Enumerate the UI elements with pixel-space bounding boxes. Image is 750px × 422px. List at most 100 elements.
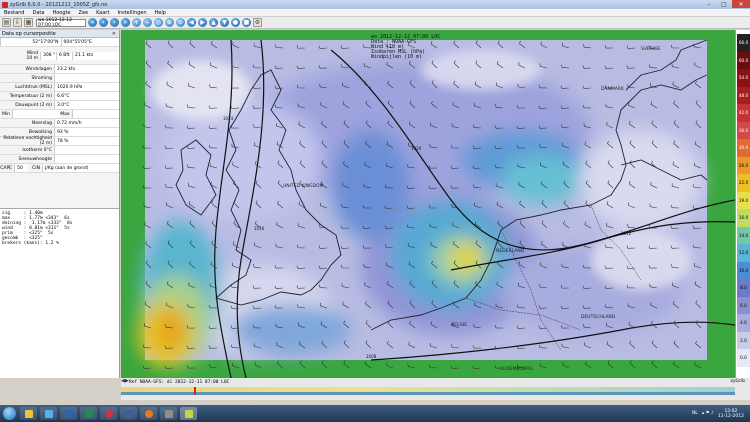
settings-icon[interactable]: ⚙ [253, 18, 262, 27]
wind-row: Wind 10 m 308 ° 6 Bft 21.1 kts [0, 47, 119, 65]
taskbar-app-zygrib[interactable] [180, 407, 197, 420]
last-step-icon[interactable]: » [121, 18, 130, 27]
row-label: Sneeuwhoogte [18, 156, 52, 162]
app-icon [2, 1, 8, 8]
row-label: Windvlagen [25, 66, 52, 72]
row-value [54, 155, 119, 163]
time-prev-icon[interactable]: ◀▶ [121, 378, 129, 384]
zoom-out-icon[interactable]: − [143, 18, 152, 27]
grid-icon[interactable]: ▦ [24, 18, 33, 27]
title-bar: zyGrib 6.0.0 - 20121211_1005Z_gfs.no – □… [0, 0, 750, 9]
row-value: 1020.9 hPa [54, 83, 119, 91]
zoom-all-icon[interactable]: ⊕ [165, 18, 174, 27]
scale-value: 4.0 [740, 320, 747, 325]
taskbar-app-nautical[interactable] [120, 407, 137, 420]
start-button[interactable] [3, 407, 16, 420]
panel-title: Data op cursorpositie [2, 30, 56, 37]
minimize-button[interactable]: – [702, 0, 716, 8]
prev-step-icon[interactable]: ‹ [99, 18, 108, 27]
map-canvas[interactable]: wo 2012-12-12 07:00 LOC Data : NOAA-GFS … [121, 30, 735, 378]
wind-bft-value: 6 Bft [56, 51, 72, 60]
menu-hoogte[interactable]: Hoogte [52, 10, 70, 16]
pan-left-icon[interactable]: ◀ [187, 18, 196, 27]
taskbar-app-tools[interactable] [160, 407, 177, 420]
language-indicator[interactable]: NL [692, 411, 698, 416]
pan-right-icon[interactable]: ▶ [198, 18, 207, 27]
row-value: 23.2 kts [54, 65, 119, 73]
menu-bar: Bestand Data Hoogte Zee Kaart Instelling… [0, 9, 750, 17]
scale-value: 2.0 [740, 337, 747, 343]
row-label: Temperatuur (2 m) [9, 93, 52, 99]
wind-speed-value: 21.1 kts [72, 51, 119, 60]
row-label: Neerslag [32, 120, 52, 126]
menu-kaart[interactable]: Kaart [96, 10, 109, 16]
scale-value: 30.0 [738, 145, 749, 150]
menu-zee[interactable]: Zee [79, 10, 89, 16]
country-label-lu: LUXEMBOURG [501, 366, 533, 372]
scale-value: 6.0 [740, 302, 747, 308]
isobar-label: 1008 [366, 354, 377, 359]
min-value [12, 110, 60, 118]
time-cursor[interactable] [194, 387, 196, 395]
scale-value: 14.0 [738, 232, 749, 238]
zoom-in-icon[interactable]: + [132, 18, 141, 27]
wind-label: Wind 10 m [26, 50, 38, 61]
scale-value: 10.0 [738, 267, 749, 273]
menu-data[interactable]: Data [32, 10, 44, 16]
cin-label: CIN [32, 165, 40, 171]
cursor-data-panel: Data op cursorpositie ✕ 52°17'00"N 004°5… [0, 30, 120, 378]
isobar-label: 1012 [621, 231, 632, 236]
map-header-line: Windpijlen (10 m) [371, 54, 422, 60]
forecast-date-select[interactable]: wo 2012-12-12 07:00 LOC [36, 18, 86, 28]
scale-value: 0.0 [740, 355, 747, 360]
panel-close-icon[interactable]: ✕ [112, 31, 116, 37]
weather-map[interactable]: wo 2012-12-12 07:00 LOC Data : NOAA-GFS … [121, 30, 735, 378]
isobar-label: 1024 [223, 116, 234, 121]
row-label: Luchtdruk (MSL) [15, 84, 52, 90]
menu-help[interactable]: Help [155, 10, 166, 16]
data-row: Neerslag 0.72 mm/h [0, 119, 119, 128]
data-row: Windvlagen 23.2 kts [0, 65, 119, 74]
scale-value: 19.0 [738, 197, 749, 203]
pan-up-icon[interactable]: ▲ [209, 18, 218, 27]
row-value: 6.6°C [54, 92, 119, 100]
zoom-fit-icon[interactable]: ⊙ [176, 18, 185, 27]
row-value [54, 74, 119, 82]
pan-down-icon[interactable]: ▼ [220, 18, 229, 27]
row-label: Stroming [31, 75, 52, 81]
window-title: zyGrib 6.0.0 - 20121211_1005Z_gfs.no [10, 1, 108, 8]
scale-value: 66.0 [738, 40, 749, 45]
cape-value: 50 [14, 164, 28, 172]
scale-value: 54.0 [738, 75, 749, 80]
download-icon[interactable]: ⇩ [13, 18, 22, 27]
wind-scale-legend: 66.0 60.0 54.0 48.0 42.0 36.0 30.0 26.0 22.0 19.0… [735, 30, 750, 378]
isobar-label: 1020 [411, 146, 422, 151]
taskbar-app-excel[interactable] [80, 407, 97, 420]
country-label-be: BELGIE [451, 322, 467, 328]
maximize-button[interactable]: □ [717, 0, 731, 8]
scale-value: 22.0 [738, 180, 749, 185]
scale-value: 26.0 [738, 162, 749, 168]
taskbar-app-word[interactable] [60, 407, 77, 420]
taskbar-app-browser[interactable] [100, 407, 117, 420]
clock[interactable]: 13:02 11-12-2012 [718, 409, 744, 419]
zoom-area-icon[interactable]: ◎ [154, 18, 163, 27]
close-button[interactable]: ✕ [732, 0, 750, 8]
taskbar: NL ▴ ⚑ ♪ 13:02 11-12-2012 [0, 405, 750, 422]
record-icon[interactable]: ● [231, 18, 240, 27]
taskbar-app-media[interactable] [40, 407, 57, 420]
first-step-icon[interactable]: « [88, 18, 97, 27]
stop-icon[interactable]: ■ [242, 18, 251, 27]
next-step-icon[interactable]: › [110, 18, 119, 27]
taskbar-app-explorer[interactable] [20, 407, 37, 420]
row-value: 0.72 mm/h [54, 119, 119, 127]
scale-value: 42.0 [738, 110, 749, 115]
menu-instellingen[interactable]: Instellingen [117, 10, 146, 16]
taskbar-app-firefox[interactable] [140, 407, 157, 420]
menu-bestand[interactable]: Bestand [4, 10, 24, 16]
wind-dir-value: 308 ° [40, 51, 56, 60]
latitude-value: 52°17'00"N [0, 38, 61, 46]
data-row: Dauwpunt (2 m) 3.0°C [0, 101, 119, 110]
open-file-icon[interactable]: ▤ [2, 18, 11, 27]
tray-icons[interactable]: ▴ ⚑ ♪ [702, 411, 714, 416]
